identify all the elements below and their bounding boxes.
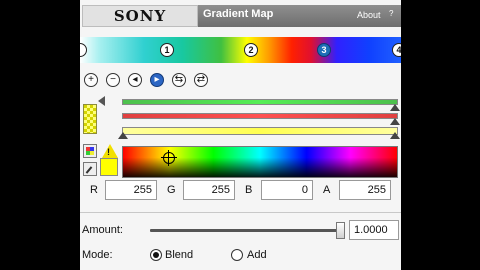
gradient-preview-bar[interactable]: 1 2 3 4 bbox=[80, 37, 401, 63]
current-color-swatch[interactable] bbox=[100, 158, 118, 176]
about-link[interactable]: About bbox=[357, 10, 381, 20]
amount-label: Amount: bbox=[82, 224, 123, 236]
swatch-pointer-icon bbox=[98, 96, 105, 106]
blue-field[interactable]: 0 bbox=[261, 180, 313, 200]
plugin-title: Gradient Map bbox=[203, 8, 274, 20]
help-icon[interactable]: ? bbox=[389, 9, 393, 18]
warning-icon bbox=[102, 144, 118, 158]
red-range-slider[interactable] bbox=[122, 113, 398, 119]
gradient-stop-0[interactable] bbox=[80, 43, 87, 57]
palette-button[interactable] bbox=[83, 144, 97, 158]
amount-slider-thumb[interactable] bbox=[336, 222, 345, 239]
amount-field[interactable]: 1.0000 bbox=[349, 220, 399, 240]
reverse-gradient-button[interactable]: ⇆ bbox=[172, 73, 186, 87]
mode-blend-label[interactable]: Blend bbox=[165, 249, 193, 261]
red-slider-handle[interactable] bbox=[390, 118, 400, 125]
palette-icon bbox=[86, 147, 94, 155]
next-stop-button[interactable]: ▸ bbox=[150, 73, 164, 87]
distribute-stops-button[interactable]: ⇄ bbox=[194, 73, 208, 87]
alpha-range-slider[interactable] bbox=[122, 127, 398, 135]
color-spectrum-picker[interactable] bbox=[122, 146, 398, 178]
amount-slider-track[interactable] bbox=[150, 229, 340, 232]
title-bar: Gradient Map About ? bbox=[198, 5, 401, 27]
radio-selected-dot bbox=[153, 252, 159, 258]
gradient-stop-1[interactable]: 1 bbox=[160, 43, 174, 57]
previous-stop-button[interactable]: ◂ bbox=[128, 73, 142, 87]
logo: SONY bbox=[82, 5, 198, 27]
gradient-stop-4[interactable]: 4 bbox=[392, 43, 401, 57]
crosshair-icon[interactable] bbox=[161, 150, 177, 166]
mode-blend-radio[interactable] bbox=[150, 249, 162, 261]
green-label: G bbox=[167, 184, 176, 196]
remove-stop-button[interactable]: − bbox=[106, 73, 120, 87]
gradient-stop-3[interactable]: 3 bbox=[317, 43, 331, 57]
warning-mark: ! bbox=[107, 147, 110, 157]
mode-add-radio[interactable] bbox=[231, 249, 243, 261]
alpha-field[interactable]: 255 bbox=[339, 180, 391, 200]
green-slider-handle[interactable] bbox=[390, 104, 400, 111]
eyedropper-button[interactable] bbox=[83, 162, 97, 176]
green-range-slider[interactable] bbox=[122, 99, 398, 105]
mode-add-label[interactable]: Add bbox=[247, 249, 267, 261]
alpha-slider-handle-left[interactable] bbox=[118, 132, 128, 139]
logo-text: SONY bbox=[113, 7, 167, 25]
gradient-map-panel: SONY Gradient Map About ? 1 2 3 4 + − ◂ … bbox=[80, 0, 401, 270]
divider bbox=[80, 212, 401, 213]
blue-label: B bbox=[245, 184, 253, 196]
header: SONY Gradient Map About ? bbox=[80, 5, 401, 27]
red-label: R bbox=[90, 184, 98, 196]
eyedropper-icon bbox=[85, 166, 93, 174]
red-field[interactable]: 255 bbox=[105, 180, 157, 200]
alpha-label: A bbox=[323, 184, 331, 196]
mode-label: Mode: bbox=[82, 249, 113, 261]
green-field[interactable]: 255 bbox=[183, 180, 235, 200]
gradient-stop-2[interactable]: 2 bbox=[244, 43, 258, 57]
color-alpha-swatch bbox=[83, 104, 97, 134]
add-stop-button[interactable]: + bbox=[84, 73, 98, 87]
alpha-slider-handle-right[interactable] bbox=[390, 132, 400, 139]
